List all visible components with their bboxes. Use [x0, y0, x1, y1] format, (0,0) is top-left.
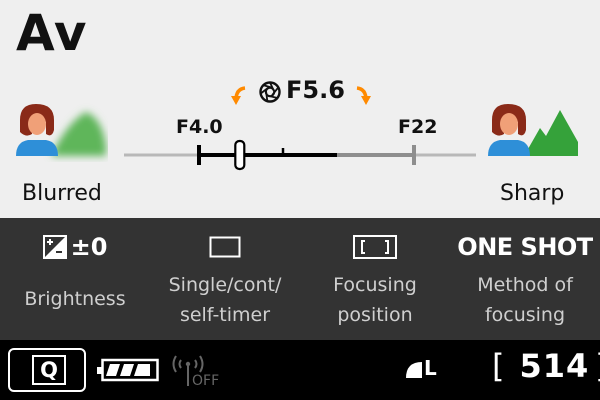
focus-position-setting[interactable]: Focusing position — [300, 218, 450, 340]
bracket-left: [ — [492, 347, 506, 385]
focus-method-caption: Method of focusing — [450, 270, 600, 330]
quality-icon — [406, 362, 422, 378]
aperture-marker[interactable] — [234, 139, 246, 171]
blurred-label: Blurred — [22, 181, 102, 206]
person-blurred-icon — [16, 104, 106, 156]
battery-icon — [97, 358, 159, 382]
aperture-min-label: F4.0 — [176, 116, 223, 138]
caption-line: Focusing — [333, 274, 417, 296]
aperture-value: F5.6 — [286, 76, 345, 104]
caption-line: focusing — [484, 304, 566, 326]
brightness-value: ±0 — [70, 233, 108, 261]
bracket-right: ] — [595, 347, 600, 385]
dial-left-arrow-icon — [231, 86, 246, 105]
quick-control-button[interactable]: Q — [8, 348, 86, 392]
caption-line: Brightness — [24, 288, 126, 310]
camera-screen: Av F5.6 F4.0 F22 Blurred Sharp ±0 Bright… — [0, 0, 600, 400]
drive-mode-setting[interactable]: Single/cont/ self-timer — [150, 218, 300, 340]
settings-bar: ±0 Brightness Single/cont/ self-timer Fo… — [0, 218, 600, 340]
sharp-label: Sharp — [500, 181, 565, 206]
af-frame-icon — [353, 235, 397, 259]
status-bar: Q OFF L [514] — [0, 340, 600, 400]
aperture-panel: Av F5.6 F4.0 F22 Blurred Sharp — [0, 0, 600, 218]
shots-remaining-display: [514] — [492, 347, 600, 385]
caption-line: Method of — [477, 274, 573, 296]
exposure-comp-icon — [42, 235, 67, 259]
quick-control-label: Q — [32, 355, 66, 385]
drive-mode-caption: Single/cont/ self-timer — [150, 270, 300, 330]
focus-method-setting[interactable]: ONE SHOT Method of focusing — [450, 218, 600, 340]
shots-remaining: 514 — [519, 347, 590, 385]
brightness-value-row: ±0 — [0, 230, 150, 264]
focus-method-value: ONE SHOT — [457, 233, 593, 261]
caption-line: self-timer — [179, 304, 271, 326]
shooting-mode: Av — [16, 4, 88, 62]
dial-right-arrow-icon — [356, 86, 371, 105]
wifi-off-icon: OFF — [172, 355, 219, 388]
focus-method-value-row: ONE SHOT — [450, 230, 600, 264]
drive-mode-icon — [209, 236, 241, 258]
person-sharp-icon — [488, 104, 578, 156]
brightness-setting[interactable]: ±0 Brightness — [0, 218, 150, 340]
focus-position-value-row — [300, 230, 450, 264]
aperture-max-label: F22 — [398, 116, 438, 138]
drive-mode-value-row — [150, 230, 300, 264]
focus-position-caption: Focusing position — [300, 270, 450, 330]
image-quality: L — [424, 356, 437, 380]
brightness-caption: Brightness — [0, 284, 150, 314]
wifi-status-text: OFF — [192, 373, 219, 388]
aperture-icon — [259, 81, 281, 103]
caption-line: Single/cont/ — [168, 274, 282, 296]
caption-line: position — [337, 304, 413, 326]
